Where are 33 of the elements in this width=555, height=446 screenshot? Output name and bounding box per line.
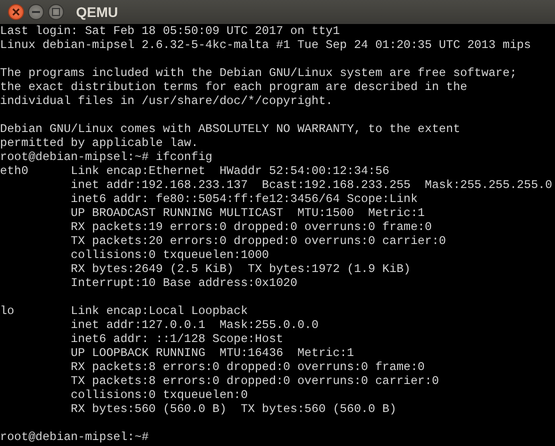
terminal-line: TX packets:8 errors:0 dropped:0 overruns:0 carrier:0 xyxy=(70,374,440,388)
terminal-line: RX packets:8 errors:0 dropped:0 overruns:0 frame:0 xyxy=(70,360,426,374)
terminal-line: lo Link encap:Local Loopback xyxy=(0,304,249,318)
terminal-line: UP LOOPBACK RUNNING MTU:16436 Metric:1 xyxy=(70,346,355,360)
terminal-line: Debian GNU/Linux comes with ABSOLUTELY NO WARRANTY, to the extent xyxy=(0,122,462,136)
terminal-line: Linux debian-mipsel 2.6.32-5-4kc-malta #1 Tue Sep 24 01:20:35 UTC 2013 mips xyxy=(0,38,532,52)
terminal-line: Last login: Sat Feb 18 05:50:09 UTC 2017 on tty1 xyxy=(0,24,341,38)
terminal-line: inet addr:192.168.233.137 Bcast:192.168.233.255 Mask:255.255.255.0 xyxy=(70,178,554,192)
maximize-icon xyxy=(52,8,60,16)
close-icon xyxy=(12,8,20,16)
terminal-line: eth0 Link encap:Ethernet HWaddr 52:54:00:12:34:56 xyxy=(0,164,390,178)
close-button[interactable] xyxy=(8,4,24,20)
terminal-line: TX packets:20 errors:0 dropped:0 overruns:0 carrier:0 xyxy=(70,234,447,248)
minimize-icon xyxy=(32,11,40,13)
terminal-line: inet6 addr: fe80::5054:ff:fe12:3456/64 Scope:Link xyxy=(70,192,419,206)
terminal-line: inet addr:127.0.0.1 Mask:255.0.0.0 xyxy=(70,318,320,332)
terminal-line: RX bytes:2649 (2.5 KiB) TX bytes:1972 (1.9 KiB) xyxy=(70,262,412,276)
terminal-line: Interrupt:10 Base address:0x1020 xyxy=(70,276,298,290)
terminal-line: RX bytes:560 (560.0 B) TX bytes:560 (560.0 B) xyxy=(70,402,398,416)
terminal-line: the exact distribution terms for each program are described in the xyxy=(0,80,468,94)
minimize-button[interactable] xyxy=(28,4,44,20)
terminal-line: root@debian-mipsel:~# ifconfig xyxy=(0,150,214,164)
terminal-line: collisions:0 txqueuelen:1000 xyxy=(70,248,270,262)
terminal-line: permitted by applicable law. xyxy=(0,136,200,150)
terminal-line: root@debian-mipsel:~# xyxy=(0,430,150,444)
terminal-line: UP BROADCAST RUNNING MULTICAST MTU:1500 Metric:1 xyxy=(70,206,426,220)
maximize-button[interactable] xyxy=(48,4,64,20)
terminal-line: collisions:0 txqueuelen:0 xyxy=(70,388,249,402)
window-title: QEMU xyxy=(76,2,118,22)
terminal-line: inet6 addr: ::1/128 Scope:Host xyxy=(70,332,284,346)
terminal-line: RX packets:19 errors:0 dropped:0 overruns:0 frame:0 xyxy=(70,220,433,234)
terminal-line: The programs included with the Debian GNU/Linux system are free software; xyxy=(0,66,518,80)
terminal-line: individual files in /usr/share/doc/*/copyright. xyxy=(0,94,334,108)
